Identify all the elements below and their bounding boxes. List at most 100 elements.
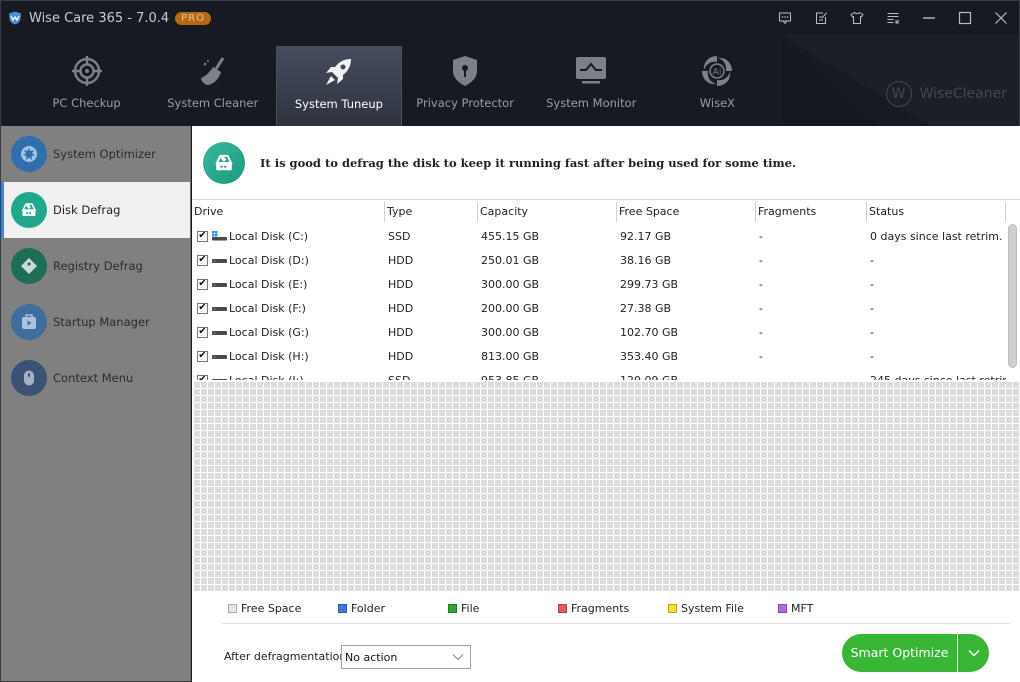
sidebar-item-label: Context Menu	[53, 371, 134, 385]
drive-name: Local Disk (C:)	[229, 229, 309, 243]
drive-status: -	[870, 253, 874, 267]
tab-label: System Monitor	[546, 96, 637, 110]
menu-icon	[887, 13, 900, 24]
legend-swatch	[778, 604, 787, 613]
tab-wisex[interactable]: Ai WiseX	[655, 46, 780, 126]
legend-swatch	[558, 604, 567, 613]
after-defrag-select[interactable]: No action	[341, 645, 471, 669]
drive-status: -	[870, 301, 874, 315]
pro-badge: PRO	[175, 11, 212, 25]
drive-table: Drive Type Capacity Free Space Fragments…	[192, 200, 1020, 380]
minimize-button[interactable]	[911, 1, 947, 35]
drive-free-space: 27.38 GB	[620, 301, 672, 315]
sidebar-item-disk-defrag[interactable]: Disk Defrag	[1, 182, 190, 238]
system-drive-icon	[212, 231, 227, 241]
sidebar-item-registry-defrag[interactable]: Registry Defrag	[1, 238, 190, 294]
skin-button[interactable]	[839, 1, 875, 35]
column-header-capacity[interactable]: Capacity	[478, 202, 617, 222]
smart-optimize-label[interactable]: Smart Optimize	[842, 634, 958, 672]
sidebar-item-label: System Optimizer	[53, 147, 156, 161]
table-row[interactable]: ✔ Local Disk (C:) SSD 455.15 GB 92.17 GB - 0 d…	[192, 224, 1020, 248]
table-row[interactable]: ✔ Local Disk (D:) HDD 250.01 GB 38.16 GB - -	[192, 248, 1020, 272]
smart-optimize-dropdown[interactable]	[958, 634, 989, 672]
banner-text: It is good to defrag the disk to keep it…	[260, 155, 796, 170]
smart-optimize-button[interactable]: Smart Optimize	[842, 634, 989, 672]
drive-status: -	[870, 349, 874, 363]
tab-system-tuneup[interactable]: System Tuneup	[276, 46, 402, 126]
drive-status: 0 days since last retrim.	[870, 229, 1003, 243]
column-header-status[interactable]: Status	[867, 202, 1006, 222]
table-row[interactable]: ✔ Local Disk (F:) HDD 200.00 GB 27.38 GB - -	[192, 296, 1020, 320]
drive-type: HDD	[388, 349, 414, 363]
column-header-drive[interactable]: Drive	[192, 202, 385, 222]
tab-pc-checkup[interactable]: PC Checkup	[24, 46, 149, 126]
drive-type: HDD	[388, 253, 414, 267]
tab-system-monitor[interactable]: System Monitor	[529, 46, 654, 126]
table-row[interactable]: ✔ Local Disk (G:) HDD 300.00 GB 102.70 GB - -	[192, 320, 1020, 344]
drive-capacity: 300.00 GB	[481, 277, 540, 291]
drive-checkbox[interactable]: ✔	[197, 278, 208, 290]
legend-item: File	[448, 602, 558, 615]
cluster-grid	[194, 382, 1020, 592]
broom-icon	[200, 57, 224, 85]
app-title: Wise Care 365 - 7.0.4	[29, 10, 170, 26]
legend-item: Free Space	[228, 602, 338, 615]
tab-label: Privacy Protector	[416, 96, 514, 110]
mouse-icon	[11, 360, 47, 396]
rocket-icon	[325, 59, 351, 85]
feedback-button[interactable]	[767, 1, 803, 35]
table-row[interactable]: ✔ Local Disk (H:) HDD 813.00 GB 353.40 GB - -	[192, 344, 1020, 368]
drive-checkbox[interactable]: ✔	[197, 302, 208, 314]
tab-system-cleaner[interactable]: System Cleaner	[150, 46, 275, 126]
legend-swatch	[338, 604, 347, 613]
divider	[222, 623, 1010, 624]
drive-free-space: 353.40 GB	[620, 349, 679, 363]
legend-swatch	[668, 604, 677, 613]
column-header-type[interactable]: Type	[385, 202, 478, 222]
drive-checkbox[interactable]: ✔	[197, 254, 208, 266]
table-row[interactable]: ✔ Local Disk (E:) HDD 300.00 GB 299.73 GB - -	[192, 272, 1020, 296]
brand-name: WiseCleaner	[919, 86, 1007, 102]
chevron-down-icon	[968, 650, 979, 657]
tab-label: System Cleaner	[167, 96, 259, 110]
drive-fragments: -	[759, 349, 763, 363]
drive-checkbox[interactable]: ✔	[197, 230, 208, 242]
drive-checkbox[interactable]: ✔	[197, 350, 208, 362]
notes-button[interactable]	[803, 1, 839, 35]
svg-text:Ai: Ai	[713, 68, 722, 78]
sidebar-item-label: Disk Defrag	[53, 203, 121, 217]
table-scrollbar[interactable]	[1008, 224, 1017, 368]
drive-free-space: 38.16 GB	[620, 253, 672, 267]
drive-capacity: 200.00 GB	[481, 301, 540, 315]
table-row[interactable]: ✔ Local Disk (I:) SSD 953.85 GB 120.09 GB 245…	[192, 368, 1020, 380]
top-navigation: PC Checkup System Cleaner System Tuneup …	[1, 46, 781, 126]
drive-status: -	[870, 325, 874, 339]
column-header-free-space[interactable]: Free Space	[617, 202, 756, 222]
close-button[interactable]	[983, 1, 1019, 35]
tab-privacy-protector[interactable]: Privacy Protector	[403, 46, 528, 126]
column-header-fragments[interactable]: Fragments	[756, 202, 867, 222]
sidebar-item-startup-manager[interactable]: Startup Manager	[1, 294, 190, 350]
table-header: Drive Type Capacity Free Space Fragments…	[192, 200, 1020, 224]
sidebar-item-context-menu[interactable]: Context Menu	[1, 350, 190, 406]
drive-free-space: 102.70 GB	[620, 325, 679, 339]
drive-capacity: 953.85 GB	[481, 373, 540, 381]
main-menu-button[interactable]	[875, 1, 911, 35]
hard-drive-icon	[212, 379, 227, 380]
hard-drive-icon	[212, 259, 227, 263]
hard-drive-icon	[212, 331, 227, 335]
drive-name: Local Disk (D:)	[229, 253, 309, 267]
drive-checkbox[interactable]: ✔	[197, 374, 208, 380]
sidebar-item-label: Registry Defrag	[53, 259, 143, 273]
legend-label: Free Space	[241, 602, 302, 615]
drive-checkbox[interactable]: ✔	[197, 326, 208, 338]
disk-defrag-icon	[11, 192, 47, 228]
legend-swatch	[228, 604, 237, 613]
wisecleaner-brand: W WiseCleaner	[885, 81, 1007, 107]
maximize-button[interactable]	[947, 1, 983, 35]
minimize-icon	[923, 17, 935, 19]
after-defrag-value: No action	[345, 650, 398, 664]
drive-status: -	[870, 277, 874, 291]
drive-type: SSD	[388, 373, 411, 381]
sidebar-item-system-optimizer[interactable]: System Optimizer	[1, 126, 190, 182]
